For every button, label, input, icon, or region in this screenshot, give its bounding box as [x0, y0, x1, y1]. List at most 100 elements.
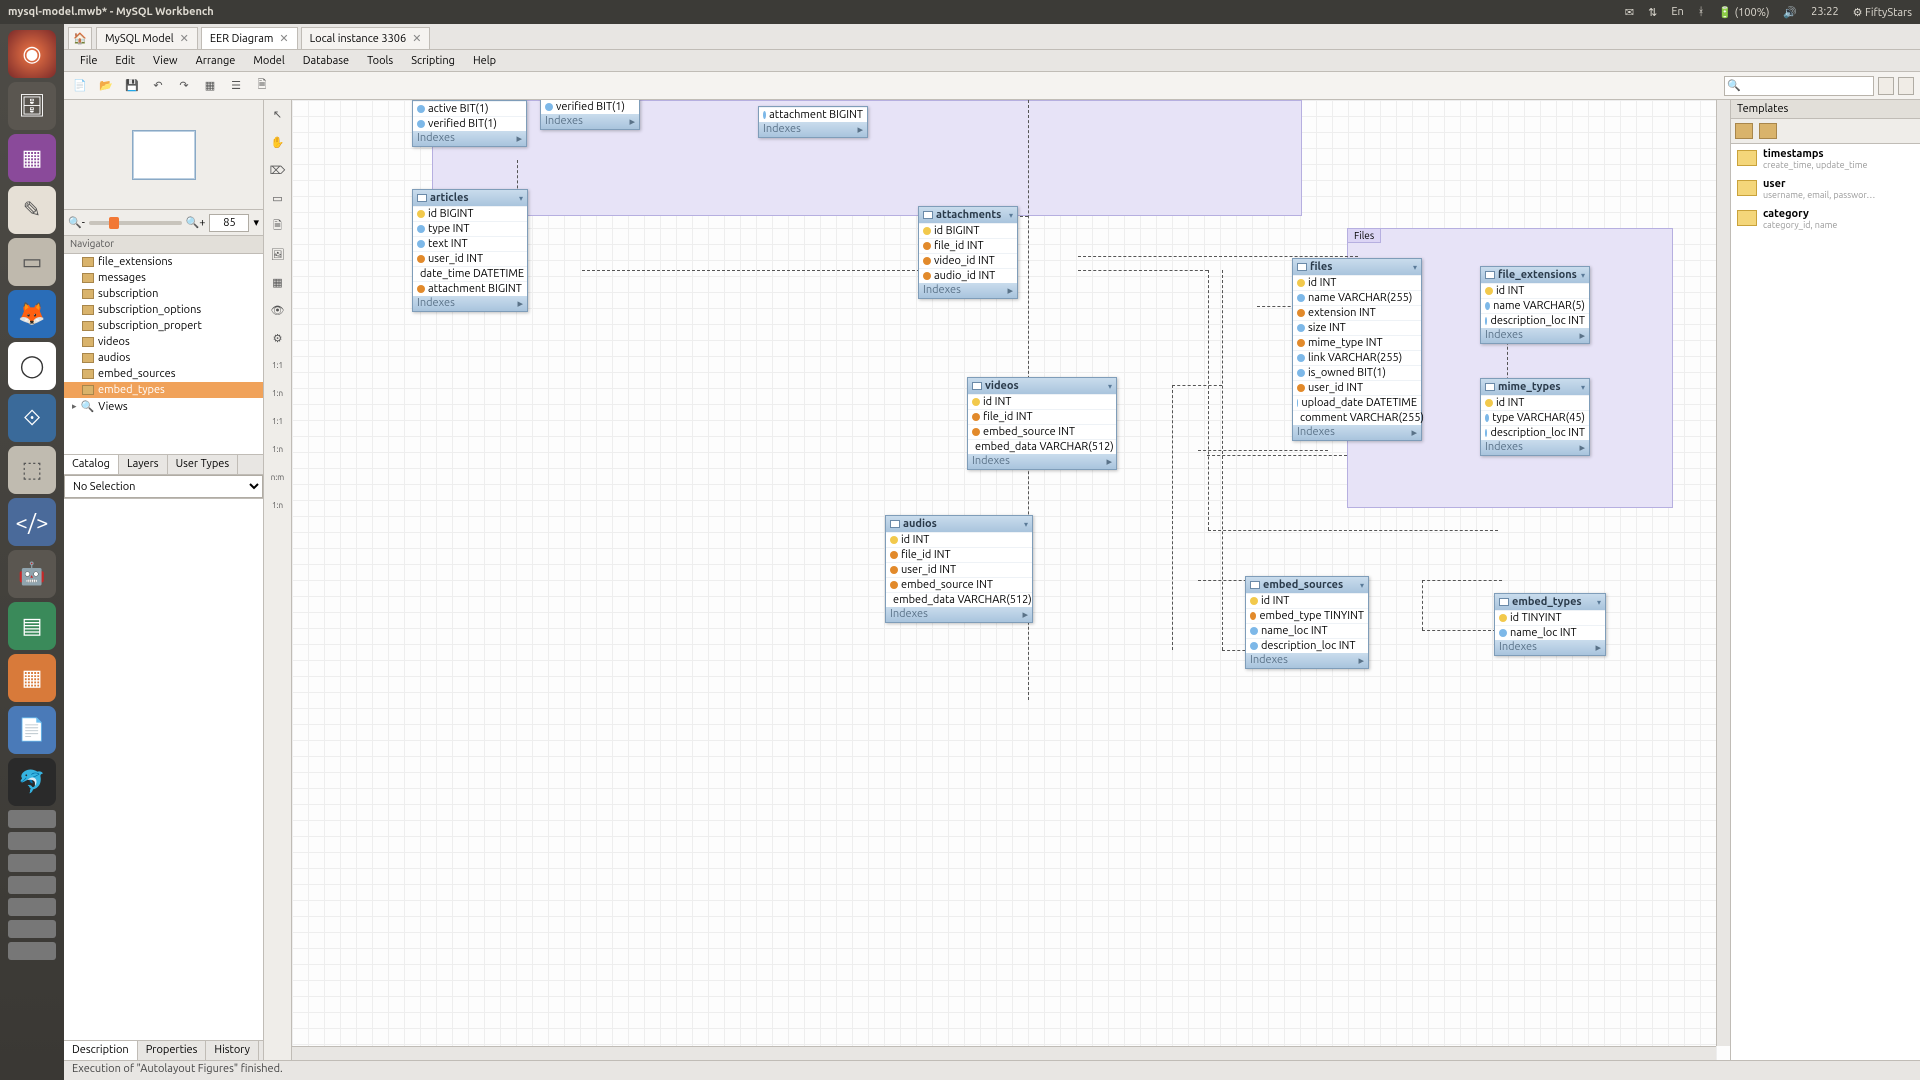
- rel-1-1-tool[interactable]: 1:1: [268, 356, 288, 376]
- table-attachments[interactable]: attachments▾id BIGINTfile_id INTvideo_id…: [918, 206, 1018, 299]
- table-indexes[interactable]: Indexes▸: [919, 283, 1017, 298]
- table-header[interactable]: mime_types▾: [1481, 379, 1589, 395]
- bluetooth-icon[interactable]: ᚼ: [1698, 6, 1705, 18]
- table-articles[interactable]: articles▾id BIGINTtype INTtext INTuser_i…: [412, 189, 528, 312]
- table-indexes[interactable]: Indexes▸: [541, 114, 639, 129]
- firefox-icon[interactable]: 🦊: [8, 290, 56, 338]
- battery-indicator[interactable]: 🔋 (100%): [1718, 6, 1769, 19]
- tab-layers[interactable]: Layers: [119, 455, 168, 474]
- zoom-dropdown-icon[interactable]: ▾: [253, 216, 259, 229]
- network-icon[interactable]: ⇅: [1648, 6, 1657, 19]
- routine-tool-icon[interactable]: ⚙: [268, 328, 288, 348]
- template-new-icon[interactable]: [1759, 123, 1777, 139]
- table-indexes[interactable]: Indexes▸: [1481, 328, 1589, 343]
- table-indexes[interactable]: Indexes▸: [1495, 640, 1605, 655]
- open-file-icon[interactable]: 📂: [96, 76, 116, 96]
- rel-1-1-ni-tool[interactable]: 1:1: [268, 412, 288, 432]
- gedit-icon[interactable]: ✎: [8, 186, 56, 234]
- panel-toggle-left[interactable]: [1878, 77, 1894, 95]
- view-tool-icon[interactable]: 👁: [268, 300, 288, 320]
- messaging-icon[interactable]: ✉: [1625, 6, 1634, 19]
- table-header[interactable]: articles▾: [413, 190, 527, 206]
- virtualbox-icon[interactable]: ⬚: [8, 446, 56, 494]
- running-indicator[interactable]: [8, 942, 56, 960]
- table-videos[interactable]: videos▾id INTfile_id INTembed_source INT…: [967, 377, 1117, 470]
- menu-help[interactable]: Help: [465, 53, 504, 69]
- running-indicator[interactable]: [8, 832, 56, 850]
- menu-edit[interactable]: Edit: [107, 53, 143, 69]
- new-file-icon[interactable]: 📄: [70, 76, 90, 96]
- running-indicator[interactable]: [8, 898, 56, 916]
- tab-description[interactable]: Description: [64, 1041, 138, 1060]
- table-embed_types[interactable]: embed_types▾id TINYINTname_loc INTIndexe…: [1494, 593, 1606, 656]
- layer-tool-icon[interactable]: ▭: [268, 188, 288, 208]
- tab-mysql-model[interactable]: MySQL Model✕: [96, 27, 198, 49]
- selection-dropdown[interactable]: No Selection: [64, 475, 263, 498]
- menu-view[interactable]: View: [145, 53, 186, 69]
- zoom-slider[interactable]: [89, 221, 182, 225]
- tab-user-types[interactable]: User Types: [168, 455, 239, 474]
- catalog-tree[interactable]: file_extensions messages subscription su…: [64, 254, 263, 454]
- table-indexes[interactable]: Indexes▸: [1246, 653, 1368, 668]
- table-partial3[interactable]: attachment BIGINTIndexes▸: [758, 106, 868, 138]
- home-tab[interactable]: 🏠: [68, 27, 92, 49]
- zoom-value[interactable]: [209, 214, 249, 232]
- clock[interactable]: 23:22: [1811, 6, 1839, 18]
- table-indexes[interactable]: Indexes▸: [968, 454, 1116, 469]
- table-header[interactable]: videos▾: [968, 378, 1116, 394]
- table-audios[interactable]: audios▾id INTfile_id INTuser_id INTembed…: [885, 515, 1033, 623]
- diagram-canvas[interactable]: Files: [292, 100, 1730, 1060]
- language-indicator[interactable]: En: [1671, 6, 1683, 18]
- writer-icon[interactable]: 📄: [8, 706, 56, 754]
- tab-local-instance[interactable]: Local instance 3306✕: [301, 27, 431, 49]
- table-indexes[interactable]: Indexes▸: [886, 607, 1032, 622]
- hand-tool-icon[interactable]: ✋: [268, 132, 288, 152]
- align-icon[interactable]: ☰: [226, 76, 246, 96]
- templates-list[interactable]: timestampscreate_time, update_time useru…: [1731, 144, 1920, 1060]
- table-header[interactable]: embed_types▾: [1495, 594, 1605, 610]
- dash-icon[interactable]: ◉: [8, 30, 56, 78]
- rel-n-m-tool[interactable]: n:m: [268, 468, 288, 488]
- table-file_extensions[interactable]: file_extensions▾id INTname VARCHAR(5)des…: [1480, 266, 1590, 344]
- vertical-scrollbar[interactable]: [1716, 100, 1730, 1046]
- table-files[interactable]: files▾id INTname VARCHAR(255)extension I…: [1292, 258, 1422, 441]
- running-indicator[interactable]: [8, 810, 56, 828]
- rel-existing-tool[interactable]: 1:n: [268, 496, 288, 516]
- grid-icon[interactable]: ▦: [200, 76, 220, 96]
- table-indexes[interactable]: Indexes▸: [1293, 425, 1421, 440]
- running-indicator[interactable]: [8, 854, 56, 872]
- tab-eer-diagram[interactable]: EER Diagram✕: [201, 27, 298, 49]
- tab-catalog[interactable]: Catalog: [64, 455, 119, 474]
- table-header[interactable]: files▾: [1293, 259, 1421, 275]
- terminal-icon[interactable]: ▭: [8, 238, 56, 286]
- workbench-icon[interactable]: 🐬: [8, 758, 56, 806]
- table-indexes[interactable]: Indexes▸: [1481, 440, 1589, 455]
- image-tool-icon[interactable]: 🖼: [268, 244, 288, 264]
- save-icon[interactable]: 💾: [122, 76, 142, 96]
- spreadsheet-icon[interactable]: ▤: [8, 602, 56, 650]
- menu-database[interactable]: Database: [295, 53, 357, 69]
- ide-icon[interactable]: </>: [8, 498, 56, 546]
- running-indicator[interactable]: [8, 876, 56, 894]
- table-mime_types[interactable]: mime_types▾id INTtype VARCHAR(45)descrip…: [1480, 378, 1590, 456]
- table-indexes[interactable]: Indexes▸: [413, 296, 527, 311]
- menu-file[interactable]: File: [72, 53, 105, 69]
- template-folder-icon[interactable]: [1735, 123, 1753, 139]
- table-partial1[interactable]: active BIT(1)verified BIT(1)Indexes▸: [412, 100, 527, 147]
- rel-1-n-ni-tool[interactable]: 1:n: [268, 440, 288, 460]
- close-icon[interactable]: ✕: [279, 32, 288, 45]
- table-header[interactable]: embed_sources▾: [1246, 577, 1368, 593]
- rel-1-n-tool[interactable]: 1:n: [268, 384, 288, 404]
- session-indicator[interactable]: ⚙ FiftyStars: [1853, 6, 1912, 19]
- eraser-tool-icon[interactable]: ⌦: [268, 160, 288, 180]
- table-indexes[interactable]: Indexes▸: [413, 131, 526, 146]
- sound-icon[interactable]: 🔊: [1783, 6, 1797, 19]
- app2-icon[interactable]: ▦: [8, 654, 56, 702]
- running-indicator[interactable]: [8, 920, 56, 938]
- search-input[interactable]: [1724, 76, 1874, 96]
- eclipse-icon[interactable]: ⟐: [8, 394, 56, 442]
- tab-properties[interactable]: Properties: [138, 1041, 207, 1060]
- table-indexes[interactable]: Indexes▸: [759, 122, 867, 137]
- table-embed_sources[interactable]: embed_sources▾id INTembed_type TINYINTna…: [1245, 576, 1369, 669]
- table-header[interactable]: file_extensions▾: [1481, 267, 1589, 283]
